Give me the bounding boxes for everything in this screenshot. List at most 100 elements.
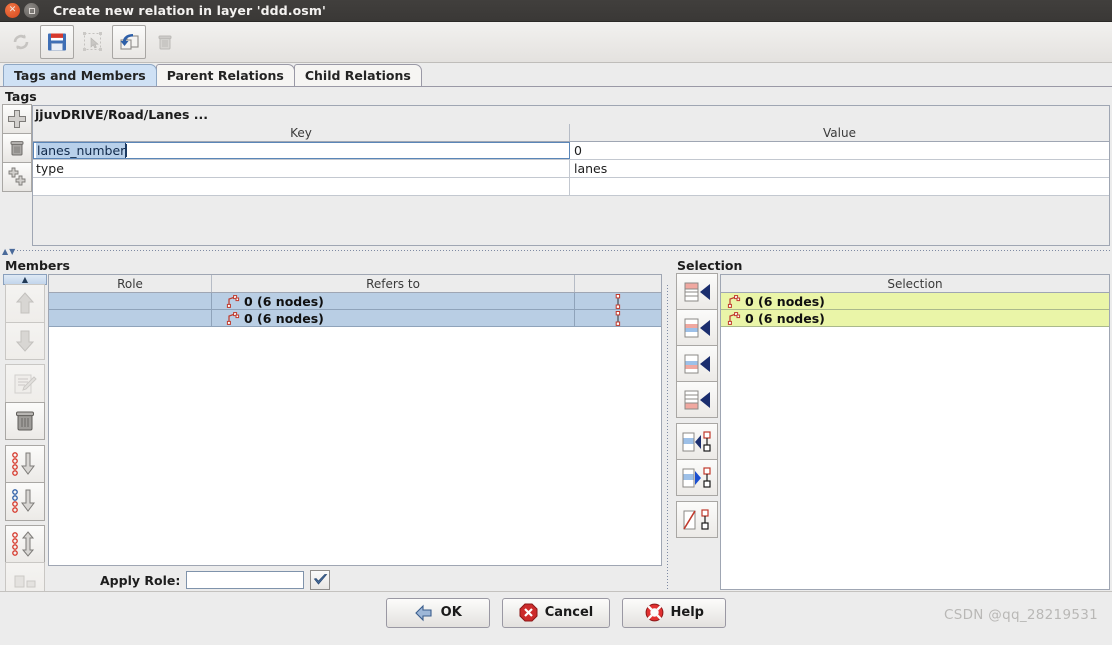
tags-members-splitter[interactable]: ▲ ▼ bbox=[0, 246, 1112, 256]
table-row[interactable]: 0 (6 nodes) bbox=[49, 310, 661, 327]
tag-value-cell[interactable]: 0 bbox=[570, 142, 1109, 159]
member-link-cell bbox=[575, 310, 661, 326]
tag-key-cell[interactable]: type bbox=[33, 160, 570, 177]
refresh-icon bbox=[13, 34, 29, 50]
members-selection-splitter[interactable] bbox=[662, 274, 674, 612]
member-role-cell[interactable] bbox=[49, 293, 212, 309]
remove-member-button[interactable] bbox=[5, 401, 45, 441]
window-maximize-icon bbox=[28, 7, 35, 14]
tag-value-cell[interactable] bbox=[570, 178, 1109, 195]
window-maximize-button[interactable] bbox=[24, 3, 39, 18]
tags-table-header: Key Value bbox=[33, 124, 1109, 142]
way-icon bbox=[727, 294, 741, 308]
ok-label: OK bbox=[440, 605, 462, 620]
scroll-up-icon: ▲ bbox=[21, 275, 29, 284]
reverse-members-button[interactable] bbox=[5, 524, 45, 564]
dialog-footer: OK Cancel Help CSDN @qq_28219531 bbox=[0, 591, 1112, 633]
members-table-header: Role Refers to bbox=[49, 275, 661, 293]
member-refers-to-cell[interactable]: 0 (6 nodes) bbox=[212, 293, 575, 309]
members-side-toolbar: ▲ bbox=[2, 274, 48, 613]
table-row[interactable]: type lanes bbox=[33, 160, 1109, 178]
paste-tags-button[interactable] bbox=[2, 162, 32, 192]
tab-child-relations[interactable]: Child Relations bbox=[293, 64, 422, 86]
copy-relation-icon bbox=[120, 34, 139, 50]
remove-selected-button[interactable] bbox=[676, 501, 718, 538]
member-refers-to-cell[interactable]: 0 (6 nodes) bbox=[212, 310, 575, 326]
members-table[interactable]: Role Refers to 0 (6 nodes) 0 (6 nodes) bbox=[48, 274, 662, 566]
text-caret bbox=[126, 144, 128, 157]
selection-table[interactable]: Selection 0 (6 nodes) 0 (6 nodes) bbox=[720, 274, 1110, 590]
tag-key-cell[interactable] bbox=[33, 178, 570, 195]
members-column-link bbox=[575, 275, 661, 292]
way-icon bbox=[727, 311, 741, 325]
member-refers-to-label: 0 (6 nodes) bbox=[244, 293, 324, 309]
table-row[interactable]: lanes_number 0 bbox=[33, 142, 1109, 160]
tab-bar: Tags and Members Parent Relations Child … bbox=[0, 63, 1112, 87]
duplicate-relation-button[interactable] bbox=[112, 25, 146, 59]
tab-tags-and-members[interactable]: Tags and Members bbox=[3, 64, 157, 86]
edit-member-button[interactable] bbox=[5, 364, 45, 403]
segment-icon bbox=[615, 293, 621, 309]
tags-section-label: Tags bbox=[5, 89, 37, 104]
selection-side-toolbar bbox=[674, 273, 720, 612]
apply-role-label: Apply Role: bbox=[100, 572, 181, 588]
add-all-to-end-button[interactable] bbox=[676, 273, 718, 310]
table-row[interactable]: 0 (6 nodes) bbox=[49, 293, 661, 310]
members-section-label: Members bbox=[5, 258, 70, 273]
tag-key-text: lanes_number bbox=[36, 143, 127, 158]
dialog-content: Tags jjuvDRIVE/Road/Lanes ... Key Value … bbox=[0, 87, 1112, 633]
tab-parent-relations[interactable]: Parent Relations bbox=[155, 64, 295, 86]
lifebuoy-icon bbox=[645, 603, 663, 622]
cancel-selection-icon bbox=[683, 508, 709, 530]
tag-key-cell[interactable]: lanes_number bbox=[33, 142, 570, 159]
list-item[interactable]: 0 (6 nodes) bbox=[721, 293, 1109, 310]
help-label: Help bbox=[670, 605, 704, 620]
tags-column-value: Value bbox=[823, 125, 856, 140]
checkmark-icon bbox=[313, 574, 328, 585]
delete-tag-button[interactable] bbox=[2, 133, 32, 163]
help-button[interactable]: Help bbox=[622, 597, 727, 628]
add-selection-below-button[interactable] bbox=[676, 345, 718, 382]
save-button[interactable] bbox=[40, 25, 74, 59]
arrow-down-icon bbox=[15, 330, 35, 352]
window-close-button[interactable]: ✕ bbox=[5, 3, 20, 18]
member-link-cell bbox=[575, 293, 661, 309]
add-all-bottom-button[interactable] bbox=[676, 381, 718, 418]
tags-table[interactable]: jjuvDRIVE/Road/Lanes ... Key Value lanes… bbox=[32, 105, 1110, 246]
sort-below-button[interactable] bbox=[5, 482, 45, 521]
selection-section-label: Selection bbox=[677, 258, 743, 273]
way-icon bbox=[226, 294, 240, 308]
cancel-button[interactable]: Cancel bbox=[501, 597, 611, 628]
select-in-map-button[interactable] bbox=[676, 459, 718, 496]
list-item[interactable]: 0 (6 nodes) bbox=[721, 310, 1109, 327]
apply-role-confirm-button[interactable] bbox=[310, 570, 331, 590]
apply-role-input[interactable] bbox=[186, 571, 305, 589]
paste-tags-icon bbox=[8, 167, 26, 186]
tags-side-toolbar bbox=[2, 104, 32, 246]
add-tag-button[interactable] bbox=[2, 104, 32, 134]
move-up-button[interactable] bbox=[5, 284, 45, 323]
trash-icon bbox=[16, 411, 34, 431]
sort-members-button[interactable] bbox=[5, 444, 45, 484]
members-selection-area: ▲ Role Refers to 0 (6 nodes) 0 (6 nodes)… bbox=[0, 273, 1112, 613]
add-selection-middle-button[interactable] bbox=[676, 309, 718, 346]
table-row[interactable] bbox=[33, 178, 1109, 196]
refresh-button[interactable] bbox=[4, 25, 38, 59]
window-close-icon: ✕ bbox=[8, 5, 17, 15]
delete-button[interactable] bbox=[148, 25, 182, 59]
members-column-role: Role bbox=[49, 275, 212, 292]
add-selection-below-icon bbox=[684, 354, 710, 373]
splitter-down-arrow-icon[interactable]: ▼ bbox=[9, 247, 15, 256]
tag-value-cell[interactable]: lanes bbox=[570, 160, 1109, 177]
member-role-cell[interactable] bbox=[49, 310, 212, 326]
arrow-up-icon bbox=[15, 292, 35, 314]
splitter-up-arrow-icon[interactable]: ▲ bbox=[2, 247, 8, 256]
select-members-button[interactable] bbox=[676, 423, 718, 460]
tab-label: Tags and Members bbox=[14, 68, 146, 83]
sort-down-icon bbox=[12, 452, 35, 476]
select-button[interactable] bbox=[76, 25, 110, 59]
move-down-button[interactable] bbox=[5, 321, 45, 361]
main-toolbar bbox=[0, 22, 1112, 63]
cancel-octagon-icon bbox=[519, 603, 538, 622]
ok-button[interactable]: OK bbox=[385, 597, 490, 628]
